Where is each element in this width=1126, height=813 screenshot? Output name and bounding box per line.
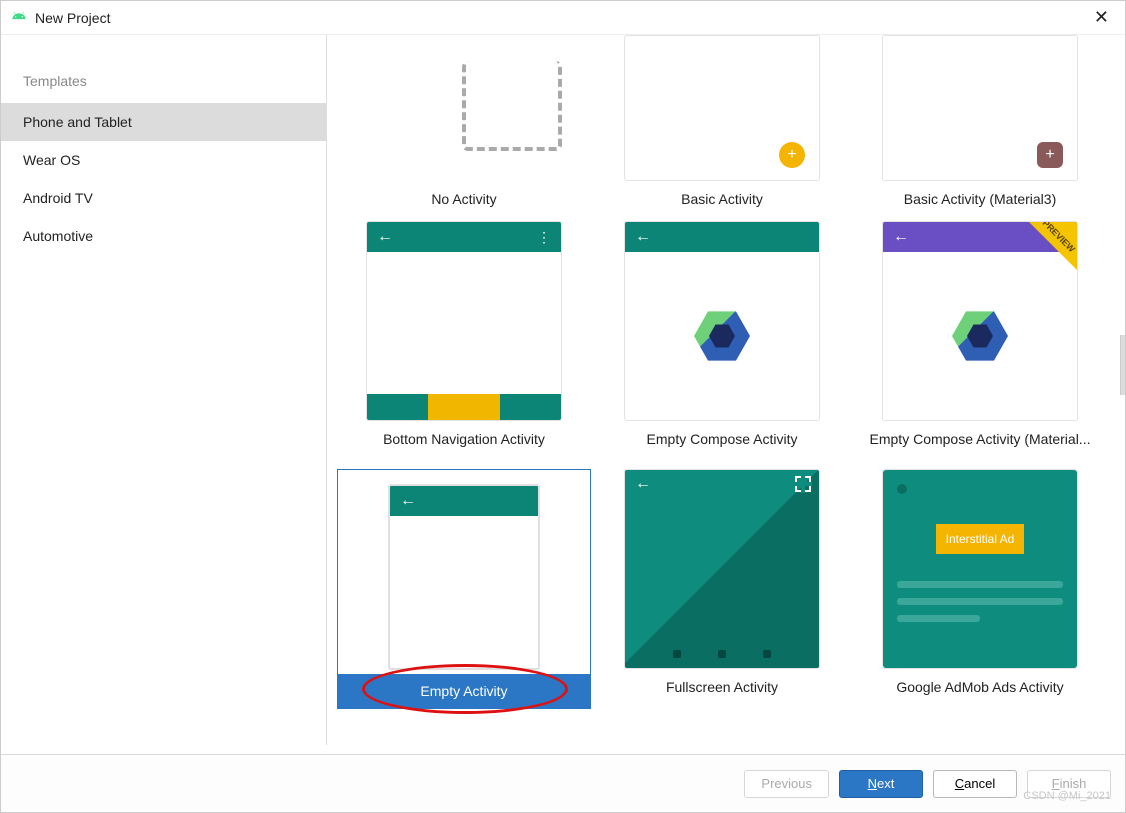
thumbnail bbox=[366, 35, 562, 181]
window-title: New Project bbox=[35, 10, 110, 26]
template-label: Empty Compose Activity (Material... bbox=[870, 421, 1091, 451]
back-arrow-icon: ← bbox=[635, 475, 651, 493]
finish-button: Finish bbox=[1027, 770, 1111, 798]
back-arrow-icon: ← bbox=[400, 492, 416, 510]
compose-logo-icon bbox=[694, 308, 750, 364]
template-label: Bottom Navigation Activity bbox=[383, 421, 545, 451]
template-label: No Activity bbox=[431, 181, 496, 211]
fullscreen-icon bbox=[795, 476, 811, 492]
template-label: Fullscreen Activity bbox=[666, 669, 778, 699]
thumbnail: ← bbox=[388, 484, 540, 670]
sidebar: Templates Phone and Tablet Wear OS Andro… bbox=[1, 35, 327, 745]
placeholder-line-icon bbox=[897, 581, 1063, 588]
dashed-rect-icon bbox=[462, 61, 562, 151]
fab-plus-icon: + bbox=[779, 142, 805, 168]
appbar-icon: ← bbox=[625, 470, 819, 498]
kebab-icon: ⋮ bbox=[537, 229, 551, 246]
template-empty-compose-activity-material3[interactable]: ← PREVIEW Empty Compose Activity (Materi… bbox=[853, 221, 1107, 451]
fab-plus-icon: + bbox=[1037, 142, 1063, 168]
nav-dots-icon bbox=[625, 650, 819, 662]
dot-icon bbox=[897, 484, 907, 494]
sidebar-item-wear-os[interactable]: Wear OS bbox=[1, 141, 326, 179]
previous-button: Previous bbox=[744, 770, 829, 798]
titlebar: New Project ✕ bbox=[1, 1, 1125, 35]
template-fullscreen-activity[interactable]: ← Fullscreen Activity bbox=[595, 469, 849, 709]
thumbnail: ← ⋮ bbox=[366, 221, 562, 421]
placeholder-line-icon bbox=[897, 615, 980, 622]
main: Templates Phone and Tablet Wear OS Andro… bbox=[1, 35, 1125, 745]
back-arrow-icon: ← bbox=[635, 228, 651, 246]
scrollbar[interactable] bbox=[1120, 335, 1125, 395]
template-grid: No Activity + Basic Activity + Basic Act… bbox=[327, 35, 1125, 745]
bottom-nav-icon bbox=[367, 394, 561, 420]
template-no-activity[interactable]: No Activity bbox=[337, 35, 591, 211]
template-label: Empty Activity bbox=[338, 674, 590, 708]
back-arrow-icon: ← bbox=[893, 228, 909, 246]
appbar-icon: ← ⋮ bbox=[367, 222, 561, 252]
template-basic-activity[interactable]: + Basic Activity bbox=[595, 35, 849, 211]
thumbnail: + bbox=[882, 35, 1078, 181]
template-label: Empty Compose Activity bbox=[647, 421, 798, 451]
thumbnail: + bbox=[624, 35, 820, 181]
selected-frame: ← Empty Activity bbox=[337, 469, 591, 709]
template-label: Google AdMob Ads Activity bbox=[896, 669, 1063, 699]
next-button[interactable]: Next bbox=[839, 770, 923, 798]
template-empty-activity[interactable]: ← Empty Activity bbox=[337, 469, 591, 709]
template-empty-compose-activity[interactable]: ← Empty Compose Activity bbox=[595, 221, 849, 451]
template-google-admob-ads-activity[interactable]: Interstitial Ad Google AdMob Ads Activit… bbox=[853, 469, 1107, 709]
template-basic-activity-material3[interactable]: + Basic Activity (Material3) bbox=[853, 35, 1107, 211]
back-arrow-icon: ← bbox=[377, 228, 393, 246]
cancel-button[interactable]: Cancel bbox=[933, 770, 1017, 798]
template-label: Basic Activity (Material3) bbox=[904, 181, 1056, 211]
appbar-icon: ← bbox=[390, 486, 538, 516]
thumbnail: ← bbox=[624, 221, 820, 421]
footer: Previous Next Cancel Finish bbox=[1, 754, 1125, 812]
compose-logo-icon bbox=[952, 308, 1008, 364]
sidebar-item-android-tv[interactable]: Android TV bbox=[1, 179, 326, 217]
android-icon bbox=[11, 8, 27, 27]
thumbnail: ← PREVIEW bbox=[882, 221, 1078, 421]
appbar-icon: ← bbox=[625, 222, 819, 252]
sidebar-item-automotive[interactable]: Automotive bbox=[1, 217, 326, 255]
close-button[interactable]: ✕ bbox=[1088, 7, 1115, 28]
template-bottom-navigation-activity[interactable]: ← ⋮ Bottom Navigation Activity bbox=[337, 221, 591, 451]
thumbnail: ← bbox=[624, 469, 820, 669]
sidebar-item-phone-and-tablet[interactable]: Phone and Tablet bbox=[1, 103, 326, 141]
interstitial-ad-badge: Interstitial Ad bbox=[936, 524, 1025, 554]
placeholder-line-icon bbox=[897, 598, 1063, 605]
thumbnail: Interstitial Ad bbox=[882, 469, 1078, 669]
sidebar-heading: Templates bbox=[1, 65, 326, 103]
template-label: Basic Activity bbox=[681, 181, 763, 211]
